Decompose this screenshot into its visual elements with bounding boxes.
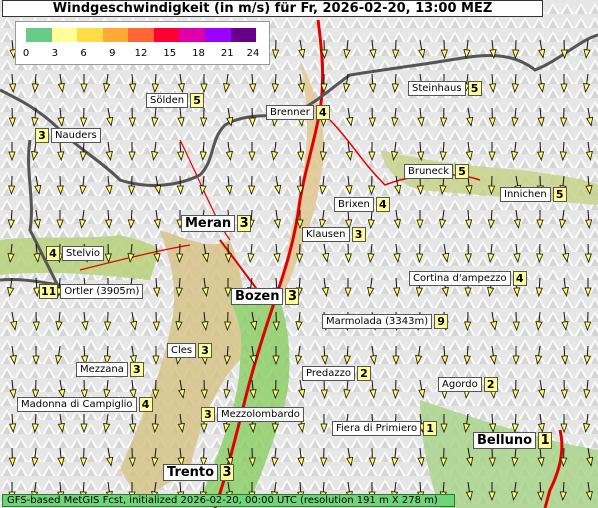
legend-tick-label: 3 (51, 48, 58, 59)
station-belluno: Belluno 1 (473, 432, 553, 449)
station-value: 1 (423, 421, 438, 436)
station-name: Trento (163, 464, 219, 481)
station-value: 3 (285, 288, 300, 305)
station-name: Belluno (473, 432, 537, 449)
legend-color-bar (26, 28, 257, 42)
legend-color-segment (179, 28, 205, 42)
station-madonna-di-campiglio: Madonna di Campiglio 4 (17, 397, 153, 412)
station-name: Predazzo (302, 366, 355, 381)
legend-color-segment (230, 28, 257, 42)
station-name: Fiera di Primiero (332, 421, 422, 436)
legend-color-segment (204, 28, 231, 42)
station-cles: Cles 3 (167, 343, 213, 358)
station-name: Innichen (500, 187, 551, 202)
station-name: Bozen (231, 288, 284, 305)
station-value: 4 (375, 197, 390, 212)
station-value: 3 (35, 128, 49, 143)
legend-tick-label: 9 (109, 48, 116, 59)
legend-tick-label: 24 (246, 48, 260, 59)
station-value: 11 (39, 284, 59, 299)
station-name: Sölden (146, 93, 189, 108)
station-value: 5 (455, 164, 470, 179)
legend-color-segment (128, 28, 154, 42)
station-name: Marmolada (3343m) (322, 314, 433, 329)
legend-tick-label: 6 (80, 48, 87, 59)
station-value: 3 (198, 343, 213, 358)
station-marmolada: Marmolada (3343m) 9 (322, 314, 449, 329)
station-brenner: Brenner 4 (266, 105, 330, 120)
station-value: 3 (351, 227, 366, 242)
station-value: 3 (220, 464, 235, 481)
station-ortler: 11 Ortler (3905m) (37, 284, 144, 299)
station-name: Cles (167, 343, 197, 358)
legend-tick-label: 0 (22, 48, 30, 59)
station-klausen: Klausen 3 (302, 227, 366, 242)
station-fiera-di-primiero: Fiera di Primiero 1 (332, 421, 438, 436)
legend-color-segment (153, 28, 180, 42)
legend-color-segment (77, 28, 103, 42)
legend-color-segment (102, 28, 129, 42)
map-title: Windgeschwindigkeit (in m/s) für Fr, 202… (2, 0, 543, 17)
legend-tick-label: 21 (220, 48, 234, 59)
station-name: Ortler (3905m) (60, 284, 144, 299)
station-mezzana: Mezzana 3 (76, 362, 144, 377)
station-name: Brixen (334, 197, 374, 212)
station-name: Mezzana (76, 362, 128, 377)
legend-tick-label: 18 (192, 48, 205, 59)
station-value: 4 (512, 271, 527, 286)
legend-tick-label: 15 (163, 48, 177, 59)
station-trento: Trento 3 (163, 464, 235, 481)
station-name: Madonna di Campiglio (17, 397, 137, 412)
station-name: Klausen (302, 227, 350, 242)
station-name: Stelvio (62, 246, 105, 261)
station-value: 5 (190, 93, 205, 108)
station-soelden: Sölden 5 (146, 93, 205, 108)
legend-color-segment (26, 28, 52, 42)
station-meran: Meran 3 (181, 215, 252, 232)
station-name: Brenner (266, 105, 314, 120)
station-value: 3 (201, 407, 215, 422)
station-brixen: Brixen 4 (334, 197, 390, 212)
station-name: Mezzolombardo (217, 407, 304, 422)
station-bozen: Bozen 3 (231, 288, 300, 305)
station-name: Nauders (51, 128, 101, 143)
station-value: 2 (357, 366, 371, 381)
station-value: 1 (538, 432, 553, 449)
station-value: 3 (237, 215, 252, 232)
station-cortina: Cortina d'ampezzo 4 (409, 271, 527, 286)
station-mezzolombardo: 3 Mezzolombardo (199, 407, 304, 422)
wind-speed-legend: 0 3 6 9 12 15 18 21 24 (15, 21, 270, 65)
station-value: 3 (129, 362, 144, 377)
forecast-info-footer: GFS-based MetGIS Fcst, initialized 2026-… (2, 494, 455, 507)
station-agordo: Agordo 2 (438, 377, 498, 392)
station-bruneck: Bruneck 5 (404, 164, 470, 179)
station-value: 4 (46, 246, 60, 261)
station-value: 5 (467, 81, 482, 96)
station-predazzo: Predazzo 2 (302, 366, 371, 381)
station-value: 5 (552, 187, 567, 202)
station-name: Agordo (438, 377, 482, 392)
station-value: 9 (434, 314, 449, 329)
station-name: Meran (181, 215, 236, 232)
station-name: Cortina d'ampezzo (409, 271, 511, 286)
station-steinhaus: Steinhaus 5 (408, 81, 482, 96)
legend-color-segment (51, 28, 78, 42)
station-value: 4 (315, 105, 330, 120)
legend-tick-label: 12 (134, 48, 148, 59)
station-nauders: 3 Nauders (33, 128, 101, 143)
station-value: 4 (138, 397, 153, 412)
station-name: Steinhaus (408, 81, 466, 96)
station-value: 2 (483, 377, 498, 392)
station-name: Bruneck (404, 164, 454, 179)
station-innichen: Innichen 5 (500, 187, 567, 202)
station-stelvio: 4 Stelvio (44, 246, 105, 261)
